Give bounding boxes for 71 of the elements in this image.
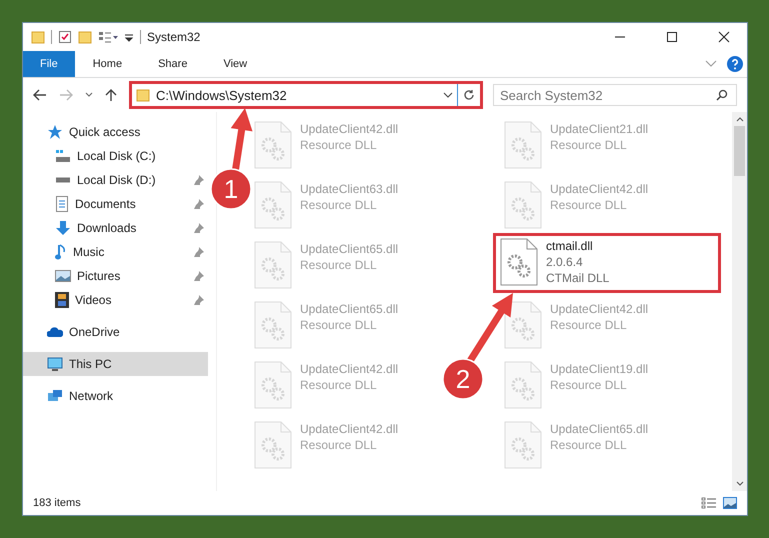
sidebar-item[interactable]: Music	[23, 240, 208, 264]
window-title: System32	[147, 30, 200, 44]
sidebar-item[interactable]: Downloads	[23, 216, 208, 240]
step-badge	[442, 358, 484, 400]
dll-file-icon	[504, 301, 542, 349]
sidebar-item[interactable]: Quick access	[23, 120, 208, 144]
pin-icon[interactable]	[194, 271, 204, 281]
scroll-up-icon[interactable]	[736, 116, 744, 122]
dll-file-icon	[254, 121, 292, 169]
sidebar-item[interactable]: Pictures	[23, 264, 208, 288]
film-icon	[55, 292, 69, 308]
dropdown-icon[interactable]	[443, 92, 453, 98]
pin-icon[interactable]	[194, 223, 204, 233]
sidebar-item[interactable]: Videos	[23, 288, 208, 312]
download-arrow-icon	[55, 220, 71, 236]
details-view-icon[interactable]	[701, 497, 717, 509]
dll-file-icon	[254, 301, 292, 349]
customize-toolbar-icon[interactable]	[98, 30, 118, 44]
ribbon-tab[interactable]: Home	[74, 51, 140, 77]
arrow	[467, 293, 513, 363]
dll-file-icon	[254, 421, 292, 469]
music-note-icon	[55, 244, 67, 260]
picture-icon	[55, 269, 71, 283]
sidebar-item[interactable]: Documents	[23, 192, 208, 216]
dll-file-icon	[500, 238, 538, 286]
maximize-icon	[666, 31, 678, 43]
back-arrow-icon[interactable]	[33, 89, 47, 101]
sidebar-item[interactable]: This PC	[23, 352, 208, 376]
ribbon-tab[interactable]: Share	[140, 51, 206, 77]
pin-icon[interactable]	[194, 199, 204, 209]
pin-icon[interactable]	[194, 295, 204, 305]
dll-file-icon	[504, 421, 542, 469]
network-icon	[47, 388, 63, 404]
scroll-thumb[interactable]	[734, 126, 745, 176]
address-path: C:\Windows\System32	[156, 88, 287, 102]
folder-icon	[136, 88, 150, 102]
help-icon[interactable]	[727, 56, 743, 72]
file-item[interactable]: ctmail.dll 2.0.6.4 CTMail DLL	[493, 233, 721, 293]
step-badge	[210, 168, 252, 210]
sidebar-item[interactable]: Network	[23, 384, 208, 408]
close-icon	[718, 31, 730, 43]
pin-icon[interactable]	[194, 175, 204, 185]
dll-file-icon	[254, 181, 292, 229]
dll-file-icon	[504, 361, 542, 409]
search-icon[interactable]	[716, 89, 728, 101]
step-number: 1	[224, 174, 238, 204]
refresh-icon	[463, 89, 475, 101]
dll-file-icon	[504, 181, 542, 229]
recent-locations-icon[interactable]	[85, 92, 93, 98]
monitor-icon	[47, 356, 63, 372]
drive-icon	[55, 149, 71, 163]
step-number: 2	[456, 364, 470, 394]
scroll-down-icon[interactable]	[736, 481, 744, 487]
up-arrow-icon[interactable]	[105, 88, 117, 102]
search-box[interactable]: Search System32	[493, 84, 737, 106]
large-icons-view-icon[interactable]	[723, 497, 737, 509]
item-count: 183 items	[33, 497, 81, 509]
star-icon	[47, 124, 63, 140]
properties-icon[interactable]	[58, 30, 72, 44]
document-icon	[55, 196, 69, 212]
ribbon-tab[interactable]: File	[23, 51, 75, 77]
dll-file-icon	[504, 121, 542, 169]
expand-ribbon-icon[interactable]	[705, 60, 717, 68]
ribbon-tab[interactable]: View	[205, 51, 266, 77]
dll-file-icon	[254, 241, 292, 289]
sidebar-item[interactable]: OneDrive	[23, 320, 208, 344]
scrollbar[interactable]	[732, 112, 747, 491]
sidebar-item[interactable]: Local Disk (D:)	[23, 168, 208, 192]
sidebar-item[interactable]: Local Disk (C:)	[23, 144, 208, 168]
pin-icon[interactable]	[194, 247, 204, 257]
dll-file-icon	[254, 361, 292, 409]
